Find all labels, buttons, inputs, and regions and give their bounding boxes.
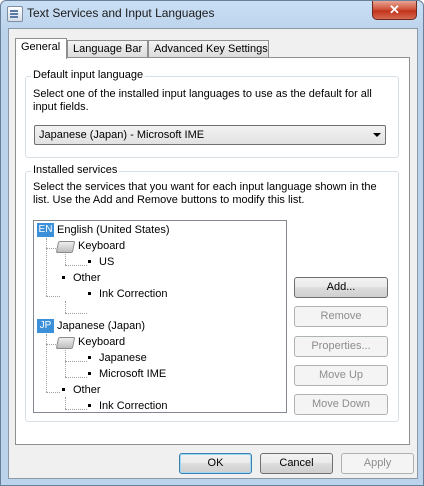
tree-connector	[46, 334, 47, 392]
move-up-button[interactable]: Move Up	[294, 365, 388, 386]
tree-connector	[65, 397, 66, 409]
tree-connector	[46, 248, 56, 249]
tree-item-english-us[interactable]: EN English (United States)	[37, 222, 170, 238]
installed-services-tree[interactable]: EN English (United States) Keyboard US Ot…	[33, 220, 287, 413]
tree-item-label: Keyboard	[78, 336, 126, 348]
tree-item-ink-correction[interactable]: Ink Correction	[88, 398, 168, 412]
tree-connector	[65, 254, 66, 265]
language-badge-en: EN	[37, 223, 54, 237]
bullet-icon	[62, 275, 65, 279]
tree-item-label: Other	[73, 272, 101, 284]
bullet-icon	[88, 403, 91, 407]
cancel-button[interactable]: Cancel	[260, 453, 333, 474]
tree-connector	[65, 409, 87, 410]
move-down-button[interactable]: Move Down	[294, 394, 388, 415]
tree-item-label: Japanese	[99, 352, 147, 364]
keyboard-icon	[55, 337, 76, 349]
default-input-language-group: Default input language Select one of the…	[25, 69, 399, 158]
tree-item-label: Ink Correction	[99, 400, 168, 412]
chevron-down-icon[interactable]	[373, 133, 381, 137]
tab-general[interactable]: General	[15, 38, 67, 59]
tree-item-other[interactable]: Other	[62, 382, 101, 398]
tree-connector	[65, 313, 87, 314]
close-icon: ✕	[389, 2, 400, 17]
tree-connector	[46, 344, 56, 345]
tree-item-japanese-japan[interactable]: JP Japanese (Japan)	[37, 318, 145, 334]
installed-services-description: Select the services that you want for ea…	[33, 181, 377, 206]
tree-item-ink-correction[interactable]: Ink Correction	[88, 286, 167, 302]
default-input-language-label: Default input language	[31, 69, 146, 81]
tree-item-keyboard[interactable]: Keyboard	[55, 238, 126, 254]
language-badge-jp: JP	[37, 319, 54, 333]
tree-connector	[65, 361, 87, 362]
tree-connector	[46, 296, 60, 297]
tree-connector	[65, 265, 87, 266]
installed-services-group: Installed services Select the services t…	[25, 164, 399, 422]
tab-language-bar[interactable]: Language Bar	[67, 40, 148, 57]
default-input-language-value: Japanese (Japan) - Microsoft IME	[39, 129, 205, 141]
window-title: Text Services and Input Languages	[27, 6, 215, 20]
dialog-client: General Language Bar Advanced Key Settin…	[8, 28, 418, 479]
tree-item-label: Other	[73, 384, 101, 396]
tree-item-label: Japanese (Japan)	[57, 320, 146, 332]
tree-item-label: Microsoft IME	[99, 368, 167, 380]
tree-item-label: US	[99, 256, 115, 268]
bullet-icon	[88, 371, 91, 375]
tree-item-microsoft-ime[interactable]: Microsoft IME	[88, 366, 166, 382]
ok-button[interactable]: OK	[179, 453, 252, 474]
bullet-icon	[88, 259, 91, 263]
title-bar[interactable]: Text Services and Input Languages ✕	[1, 1, 423, 27]
tree-item-us[interactable]: US	[88, 254, 114, 270]
default-input-description: Select one of the installed input langua…	[33, 88, 372, 113]
remove-button[interactable]: Remove	[294, 306, 388, 327]
tree-item-label: Ink Correction	[99, 288, 168, 300]
default-input-language-dropdown[interactable]: Japanese (Japan) - Microsoft IME	[34, 125, 386, 145]
tree-item-japanese[interactable]: Japanese	[88, 350, 147, 366]
tree-item-label: English (United States)	[57, 224, 170, 236]
keyboard-icon	[55, 241, 76, 253]
tree-item-keyboard[interactable]: Keyboard	[55, 334, 126, 350]
tree-connector	[46, 238, 47, 296]
bullet-icon	[88, 291, 91, 295]
bullet-icon	[88, 355, 91, 359]
tree-item-label: Keyboard	[78, 240, 126, 252]
tree-connector	[46, 392, 60, 393]
installed-services-label: Installed services	[31, 164, 120, 176]
text-services-icon	[7, 6, 23, 22]
properties-button[interactable]: Properties...	[294, 336, 388, 357]
close-button[interactable]: ✕	[372, 1, 417, 20]
tree-connector	[65, 377, 87, 378]
add-button[interactable]: Add...	[294, 277, 388, 298]
dialog-window: Text Services and Input Languages ✕ Gene…	[0, 0, 424, 486]
tree-connector	[65, 301, 66, 313]
bullet-icon	[62, 387, 65, 391]
tree-item-other[interactable]: Other	[62, 270, 101, 286]
apply-button[interactable]: Apply	[341, 453, 414, 474]
tree-connector	[65, 350, 66, 377]
tab-advanced-key-settings[interactable]: Advanced Key Settings	[148, 40, 269, 57]
general-tab-panel: Default input language Select one of the…	[15, 57, 410, 445]
